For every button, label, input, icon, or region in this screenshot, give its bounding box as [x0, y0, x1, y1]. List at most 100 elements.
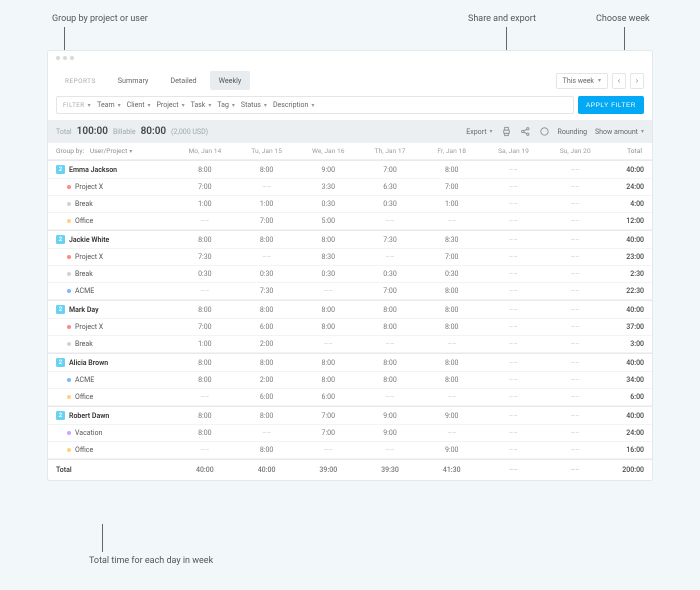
- prev-week-button[interactable]: ‹: [612, 73, 626, 89]
- tab-weekly[interactable]: Weekly: [210, 71, 251, 90]
- day-cell: ––: [236, 183, 298, 191]
- rounding-label: Rounding: [558, 128, 587, 136]
- day-cell: 8:00: [174, 359, 236, 367]
- filter-tag[interactable]: Tag▾: [217, 101, 235, 109]
- day-cell: ––: [544, 466, 606, 474]
- day-cell: 8:00: [174, 236, 236, 244]
- row-name: Total: [56, 466, 72, 474]
- billable-label: Billable: [113, 128, 136, 136]
- day-cell: ––: [359, 446, 421, 454]
- row-name: ACME: [75, 287, 94, 295]
- table-row: ACME––7:30––7:008:00––––22:30: [48, 283, 652, 300]
- tab-summary[interactable]: Summary: [109, 71, 158, 90]
- day-cell: ––: [483, 429, 545, 437]
- day-cell: 0:30: [359, 270, 421, 278]
- day-cell: 8:00: [359, 323, 421, 331]
- day-cell: ––: [544, 359, 606, 367]
- row-total: 40:00: [606, 359, 644, 367]
- print-icon[interactable]: [501, 126, 512, 137]
- day-cell: ––: [544, 236, 606, 244]
- amount-value: (2,000 USD): [171, 128, 208, 136]
- column-day-1: Tu, Jan 15: [236, 147, 298, 155]
- day-cell: 0:30: [297, 270, 359, 278]
- day-cell: 8:30: [421, 236, 483, 244]
- table-row: Project X7:00––3:306:307:00––––24:00: [48, 179, 652, 196]
- day-cell: ––: [483, 200, 545, 208]
- filter-project[interactable]: Project▾: [157, 101, 185, 109]
- day-cell: ––: [483, 359, 545, 367]
- week-picker[interactable]: This week ▾: [556, 73, 608, 89]
- day-cell: 6:00: [236, 393, 298, 401]
- callout-week: Choose week: [596, 14, 650, 24]
- day-cell: 8:00: [359, 376, 421, 384]
- day-cell: 8:00: [174, 306, 236, 314]
- table-row: Office––8:00––––9:00––––16:00: [48, 442, 652, 459]
- row-name: Emma Jackson: [69, 166, 117, 174]
- table-total-row: Total40:0040:0039:0039:3041:30––––200:00: [48, 459, 652, 480]
- filter-label[interactable]: FILTER▾: [63, 101, 91, 109]
- chevron-down-icon: ▾: [598, 77, 601, 84]
- user-badge: 2: [56, 411, 65, 420]
- day-cell: 0:30: [236, 270, 298, 278]
- row-total: 4:00: [606, 200, 644, 208]
- day-cell: 8:00: [174, 412, 236, 420]
- day-cell: ––: [544, 306, 606, 314]
- day-cell: ––: [359, 340, 421, 348]
- row-name: Break: [75, 340, 93, 348]
- callout-line: [102, 524, 103, 552]
- share-icon[interactable]: [520, 126, 531, 137]
- tab-reports-label: REPORTS: [56, 72, 105, 90]
- row-name: ACME: [75, 376, 94, 384]
- day-cell: ––: [421, 340, 483, 348]
- filter-description[interactable]: Description▾: [273, 101, 314, 109]
- table-row: Office––7:005:00––––––––12:00: [48, 213, 652, 230]
- day-cell: 8:00: [421, 166, 483, 174]
- traffic-light-icon: [56, 56, 60, 60]
- day-cell: 7:00: [236, 217, 298, 225]
- tab-detailed[interactable]: Detailed: [161, 71, 205, 90]
- day-cell: ––: [174, 287, 236, 295]
- day-cell: 0:30: [297, 200, 359, 208]
- day-cell: ––: [359, 217, 421, 225]
- day-cell: 8:00: [297, 323, 359, 331]
- day-cell: 7:00: [174, 323, 236, 331]
- next-week-button[interactable]: ›: [630, 73, 644, 89]
- day-cell: 40:00: [236, 466, 298, 474]
- export-dropdown[interactable]: Export▾: [466, 128, 492, 136]
- filter-client[interactable]: Client▾: [127, 101, 151, 109]
- day-cell: 9:00: [359, 412, 421, 420]
- day-cell: 9:00: [421, 412, 483, 420]
- row-total: 24:00: [606, 183, 644, 191]
- day-cell: 7:00: [359, 166, 421, 174]
- day-cell: ––: [544, 183, 606, 191]
- callout-totals: Total time for each day in week: [89, 556, 213, 566]
- week-picker-label: This week: [563, 77, 594, 85]
- rounding-toggle-icon[interactable]: [539, 126, 550, 137]
- day-cell: 8:00: [297, 306, 359, 314]
- day-cell: 7:30: [359, 236, 421, 244]
- row-total: 2:30: [606, 270, 644, 278]
- day-cell: ––: [544, 446, 606, 454]
- day-cell: ––: [544, 217, 606, 225]
- day-cell: ––: [544, 253, 606, 261]
- day-cell: ––: [483, 166, 545, 174]
- day-cell: ––: [544, 340, 606, 348]
- row-total: 24:00: [606, 429, 644, 437]
- day-cell: 8:30: [297, 253, 359, 261]
- column-day-3: Th, Jan 17: [359, 147, 421, 155]
- day-cell: 0:30: [359, 200, 421, 208]
- filter-status[interactable]: Status▾: [241, 101, 267, 109]
- day-cell: ––: [174, 393, 236, 401]
- day-cell: ––: [544, 412, 606, 420]
- table-row: ACME8:002:008:008:008:00––––34:00: [48, 372, 652, 389]
- table-row: 2Robert Dawn8:008:007:009:009:00––––40:0…: [48, 406, 652, 425]
- day-cell: ––: [544, 270, 606, 278]
- day-cell: ––: [483, 183, 545, 191]
- groupby-selector[interactable]: Group by: User/Project▾: [56, 147, 174, 155]
- apply-filter-button[interactable]: APPLY FILTER: [578, 96, 644, 114]
- filter-task[interactable]: Task▾: [191, 101, 212, 109]
- filter-team[interactable]: Team▾: [97, 101, 121, 109]
- project-color-dot: [67, 378, 71, 382]
- show-amount-dropdown[interactable]: Show amount▾: [595, 128, 644, 136]
- project-color-dot: [67, 448, 71, 452]
